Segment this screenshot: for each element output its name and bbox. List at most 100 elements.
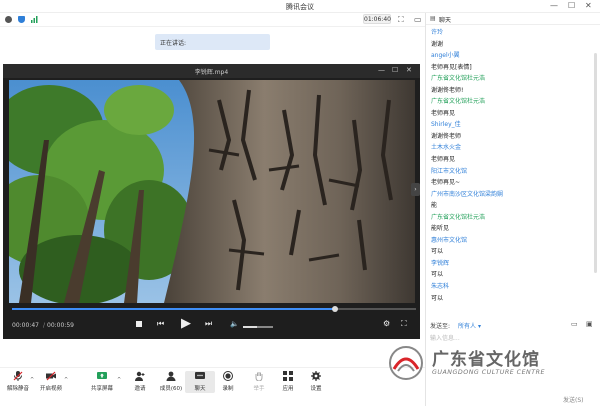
chat-header: ▤ 聊天 [426, 13, 600, 25]
chat-message-sender: 广东省文化馆杜元浩 [431, 75, 486, 83]
chat-message-text: 老师再见 [431, 109, 456, 117]
screenshot-icon[interactable]: ▣ [586, 320, 593, 328]
volume-icon[interactable]: 🔈 [230, 320, 239, 328]
watermark: 广东省文化馆 GUANGDONG CULTURE CENTRE [388, 343, 593, 385]
raise-hand-button[interactable]: 举手 [244, 371, 274, 392]
chat-message-text: 谢谢佟老师! [431, 86, 464, 94]
chat-message-text: 老师再见~ [431, 179, 461, 187]
player-maximize-icon[interactable]: ☐ [392, 66, 398, 74]
chat-button[interactable]: 聊天 [185, 371, 215, 393]
player-title: 李锐辉.mp4 [194, 69, 229, 76]
chat-message-text: 谢谢佟老师 [431, 132, 462, 140]
layout-icon[interactable]: ▭ [414, 15, 422, 24]
close-icon[interactable]: ✕ [585, 1, 592, 10]
unmute-button[interactable]: 解除静音 [3, 371, 33, 392]
chat-title: 聊天 [439, 17, 452, 24]
culture-centre-logo [389, 346, 423, 380]
chat-message-text: 老师再见[表情] [431, 63, 472, 71]
send-to-selector[interactable]: 所有人 [458, 323, 476, 330]
title-bar: 腾讯会议 — ☐ ✕ [0, 0, 600, 13]
chat-message-sender: 惠州市文化馆 [431, 236, 468, 244]
progress-knob[interactable] [332, 306, 339, 312]
members-icon [166, 371, 176, 381]
player-fullscreen-icon[interactable]: ⛶ [401, 319, 407, 329]
share-screen-button[interactable]: 共享屏幕 [87, 371, 117, 392]
chat-message-text: 能听见 [431, 225, 450, 233]
progress-fill [12, 308, 336, 310]
chat-message-list: 许玲谢谢 angel小翼老师再见[表情] 广东省文化馆杜元浩 谢谢佟老师! 广东省文化馆… [431, 27, 591, 304]
chat-message-text: 可以 [431, 248, 444, 256]
total-time: 00:00:59 [47, 322, 74, 329]
microphone-muted-icon [13, 371, 23, 381]
signal-icon[interactable] [31, 16, 38, 23]
video-options-caret[interactable]: ^ [64, 377, 68, 383]
chat-message-sender: 广东省文化馆杜元浩 [431, 213, 486, 221]
progress-bar[interactable] [12, 306, 416, 312]
volume-fill [243, 326, 257, 328]
next-icon[interactable]: ⏭ [205, 319, 212, 329]
chat-message-sender: 朱志科 [431, 283, 450, 291]
send-button[interactable]: 发送(S) [563, 395, 584, 404]
chat-scrollbar[interactable] [594, 53, 597, 273]
settings-button[interactable]: 设置 [301, 371, 331, 392]
info-icon[interactable] [5, 16, 12, 23]
start-video-button[interactable]: 开启视频 [36, 371, 66, 392]
current-time: 00:00:47 [12, 322, 39, 329]
fullscreen-icon[interactable]: ⛶ [398, 15, 404, 25]
chat-message-sender: angel小翼 [431, 52, 460, 60]
maximize-icon[interactable]: ☐ [568, 1, 575, 10]
video-player: 李锐辉.mp4 — ☐ ✕ 00:00:47 / 00:00:59 ⏮ ▶ ⏭ … [0, 64, 420, 339]
hand-icon [255, 372, 263, 381]
play-icon[interactable]: ▶ [181, 316, 191, 331]
speaking-indicator: 正在讲话: [155, 34, 270, 50]
record-button[interactable]: 录制 [213, 371, 243, 392]
record-icon [223, 371, 233, 381]
player-settings-icon[interactable]: ⚙ [383, 319, 390, 328]
chat-message-sender: 李锐辉 [431, 259, 450, 267]
meeting-timer: 01:06:40 [363, 14, 391, 24]
chat-message-text: 可以 [431, 294, 444, 302]
minimize-icon[interactable]: — [550, 1, 558, 10]
chat-message-sender: 广州市南沙区文化馆梁韵娴 [431, 190, 504, 198]
volume-slider[interactable] [243, 326, 273, 328]
player-minimize-icon[interactable]: — [378, 66, 385, 74]
stop-icon[interactable] [136, 321, 142, 327]
player-header: 李锐辉.mp4 — ☐ ✕ [3, 64, 420, 78]
meeting-topbar: 01:06:40 ⛶ ▭ [0, 13, 425, 27]
invite-button[interactable]: 邀请 [125, 371, 155, 392]
chat-message-sender: 许玲 [431, 29, 444, 36]
apps-button[interactable]: 应用 [273, 371, 303, 392]
audio-options-caret[interactable]: ^ [30, 377, 34, 383]
members-button[interactable]: 成员(60) [156, 371, 186, 392]
share-options-caret[interactable]: ^ [117, 377, 121, 383]
watermark-en: GUANGDONG CULTURE CENTRE [432, 369, 545, 376]
chat-message-sender: 广东省文化馆杜元浩 [431, 98, 486, 106]
meeting-toolbar: 解除静音 ^ 开启视频 ^ 共享屏幕 ^ 邀请 成员(60) 聊天 录制 举手 … [0, 367, 425, 406]
shield-icon[interactable] [18, 16, 25, 23]
chat-message-sender: 土木水火金 [431, 144, 462, 152]
chat-message-sender: 阳江市文化馆 [431, 167, 468, 175]
player-close-icon[interactable]: ✕ [406, 66, 412, 74]
folder-icon[interactable]: ▭ [571, 320, 578, 328]
chevron-down-icon[interactable]: ▾ [476, 323, 481, 330]
window-title: 腾讯会议 [286, 3, 314, 11]
share-screen-icon [97, 372, 107, 379]
chat-message-text: 老师再见 [431, 156, 456, 164]
chat-message-text: 谢谢 [431, 40, 444, 48]
collapse-chat-icon[interactable]: › [411, 183, 420, 196]
chat-message-sender: Shirley_佳 [431, 121, 461, 129]
apps-icon [283, 371, 293, 381]
chat-input[interactable]: 输入信息... [430, 333, 460, 342]
watermark-cn: 广东省文化馆 [432, 350, 540, 370]
chat-message-text: 能 [431, 202, 438, 210]
video-frame[interactable] [0, 80, 415, 305]
gear-icon [311, 371, 321, 381]
invite-icon [135, 371, 145, 381]
send-to-label: 发送至: [430, 323, 451, 330]
send-to-row: 发送至: 所有人 ▾ [430, 321, 481, 330]
chat-icon: ▤ [430, 15, 436, 22]
previous-icon[interactable]: ⏮ [157, 319, 164, 329]
camera-off-icon [46, 371, 56, 381]
chat-message-text: 可以 [431, 271, 444, 279]
chat-icon [195, 372, 205, 379]
